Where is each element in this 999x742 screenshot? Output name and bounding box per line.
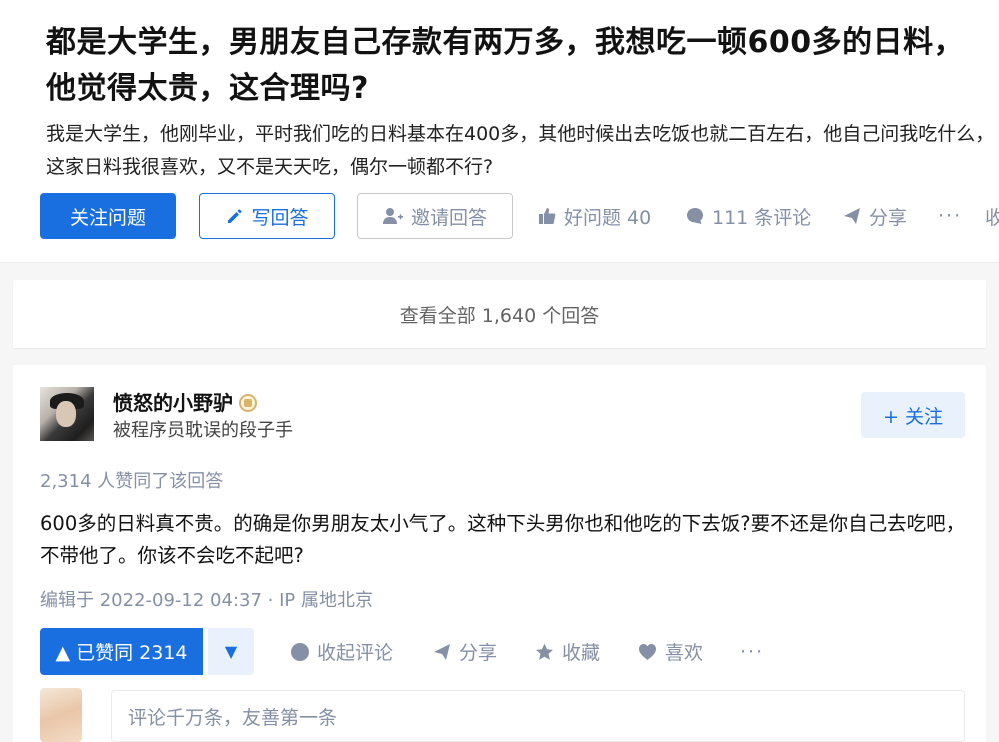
thumbs-up-icon bbox=[539, 208, 556, 224]
edit-info: 编辑于 2022-09-12 04:37 · IP 属地北京 bbox=[40, 590, 373, 611]
follow-question-button[interactable]: 关注问题 bbox=[40, 193, 176, 239]
answer-share-label: 分享 bbox=[459, 642, 498, 664]
like-button[interactable]: 喜欢 bbox=[638, 628, 703, 675]
pencil-icon bbox=[228, 209, 242, 223]
answer-more-button[interactable]: ··· bbox=[740, 628, 764, 675]
author-name[interactable]: 愤怒的小野驴 bbox=[113, 387, 257, 416]
author-bio: 被程序员耽误的段子手 bbox=[113, 420, 293, 441]
collect-star-icon bbox=[536, 643, 553, 660]
author-name-text: 愤怒的小野驴 bbox=[113, 391, 233, 415]
question-share-label: 分享 bbox=[869, 206, 908, 229]
like-label: 喜欢 bbox=[665, 642, 704, 664]
good-question-label: 好问题 40 bbox=[564, 206, 652, 229]
comment-icon bbox=[291, 642, 309, 661]
question-comments-label: 111 条评论 bbox=[712, 206, 812, 229]
collect-label: 收藏 bbox=[562, 642, 601, 664]
question-collapse-button[interactable]: 收 bbox=[985, 193, 999, 239]
question-card: 都是大学生，男朋友自己存款有两万多，我想吃一顿600多的日料，他觉得太贵，这合理… bbox=[0, 0, 999, 263]
question-description: 我是大学生，他刚毕业，平时我们吃的日料基本在400多，其他时候出去吃饭也就二百左… bbox=[46, 123, 995, 178]
question-actions: 关注问题 写回答 邀请回答 好问题 40 111 条评论 分享 ··· 收 bbox=[40, 193, 999, 241]
upvote-button[interactable]: ▲ 已赞同 2314 bbox=[40, 628, 203, 675]
upvote-summary: 2,314 人赞同了该回答 bbox=[40, 471, 224, 492]
question-comments-button[interactable]: 111 条评论 bbox=[686, 193, 811, 239]
answer-share-button[interactable]: 分享 bbox=[433, 628, 497, 675]
invite-user-icon bbox=[382, 208, 403, 224]
write-answer-button[interactable]: 写回答 bbox=[199, 193, 335, 239]
invite-answer-button[interactable]: 邀请回答 bbox=[357, 193, 513, 239]
question-more-button[interactable]: ··· bbox=[938, 193, 962, 239]
author-avatar[interactable] bbox=[40, 387, 94, 441]
comment-input[interactable]: 评论千万条，友善第一条 bbox=[111, 690, 965, 742]
answer-content: 600多的日料真不贵。的确是你男朋友太小气了。这种下头男你也和他吃的下去饭?要不… bbox=[40, 512, 966, 567]
share-icon bbox=[844, 208, 860, 224]
downvote-button[interactable]: ▼ bbox=[208, 628, 254, 675]
comment-icon bbox=[687, 208, 703, 224]
good-question-button[interactable]: 好问题 40 bbox=[538, 193, 651, 239]
collect-button[interactable]: 收藏 bbox=[535, 628, 600, 675]
answer-card: 愤怒的小野驴 被程序员耽误的段子手 + 关注 2,314 人赞同了该回答 600… bbox=[13, 365, 986, 742]
view-all-answers-button[interactable]: 查看全部 1,640 个回答 bbox=[13, 280, 986, 348]
follow-author-button[interactable]: + 关注 bbox=[861, 392, 965, 438]
invite-answer-label: 邀请回答 bbox=[410, 206, 487, 229]
question-share-button[interactable]: 分享 bbox=[843, 193, 907, 239]
heart-icon bbox=[639, 643, 656, 660]
collapse-comments-button[interactable]: 收起评论 bbox=[291, 628, 393, 675]
write-answer-label: 写回答 bbox=[251, 206, 309, 229]
collapse-comments-label: 收起评论 bbox=[317, 642, 394, 664]
question-title[interactable]: 都是大学生，男朋友自己存款有两万多，我想吃一顿600多的日料，他觉得太贵，这合理… bbox=[46, 20, 986, 112]
commenter-avatar bbox=[40, 688, 82, 742]
share-icon bbox=[434, 643, 450, 660]
gold-badge-icon bbox=[239, 394, 257, 412]
